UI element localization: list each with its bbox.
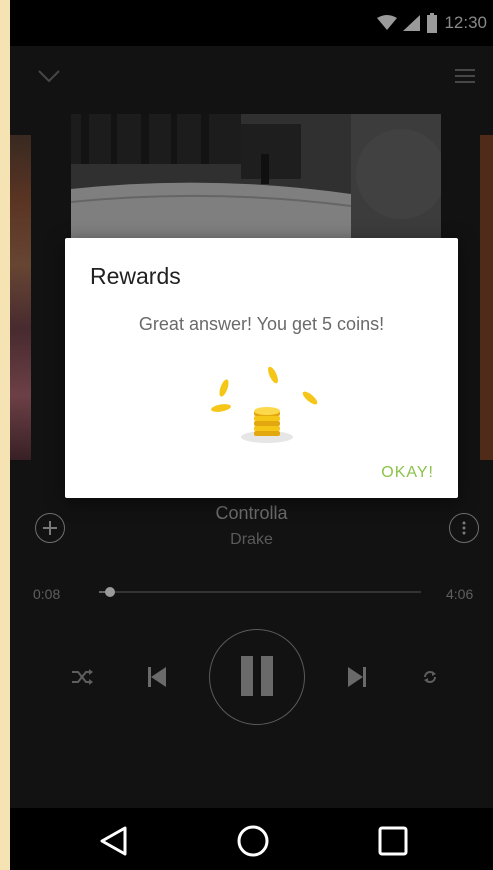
phone-screen: 12:30 Controlla Drake 0:08 4:06 Rewards …: [10, 0, 493, 870]
repeat-icon[interactable]: [416, 664, 444, 690]
elapsed-time: 0:08: [33, 586, 61, 602]
rewards-dialog: Rewards Great answer! You get 5 coins! O…: [65, 238, 458, 498]
coins-icon: [211, 366, 318, 443]
more-vertical-icon[interactable]: [449, 513, 479, 543]
signal-icon: [403, 15, 421, 31]
dialog-title: Rewards: [90, 263, 181, 289]
pause-icon: [240, 655, 273, 696]
track-title: Controlla: [215, 503, 288, 523]
dialog-message: Great answer! You get 5 coins!: [138, 314, 385, 334]
wifi-icon: [377, 15, 398, 30]
play-pause-button[interactable]: [209, 629, 305, 725]
track-artist[interactable]: Drake: [10, 528, 493, 552]
track-info: Controlla Drake: [10, 500, 493, 552]
skip-next-icon[interactable]: [344, 664, 370, 690]
back-icon[interactable]: [95, 823, 131, 859]
system-nav-bar: [10, 808, 493, 870]
recents-icon[interactable]: [375, 823, 411, 859]
home-icon[interactable]: [235, 823, 271, 859]
shuffle-icon[interactable]: [68, 664, 98, 690]
skip-previous-icon[interactable]: [144, 664, 170, 690]
battery-icon: [427, 13, 438, 33]
status-icons: 12:30: [377, 10, 487, 36]
seek-bar[interactable]: [99, 587, 421, 597]
status-bar: 12:30: [10, 0, 493, 46]
okay-button[interactable]: OKAY!: [381, 464, 434, 482]
duration-time: 4:06: [446, 586, 474, 602]
seek-bar-thumb[interactable]: [104, 587, 115, 597]
status-time: 12:30: [444, 13, 487, 32]
